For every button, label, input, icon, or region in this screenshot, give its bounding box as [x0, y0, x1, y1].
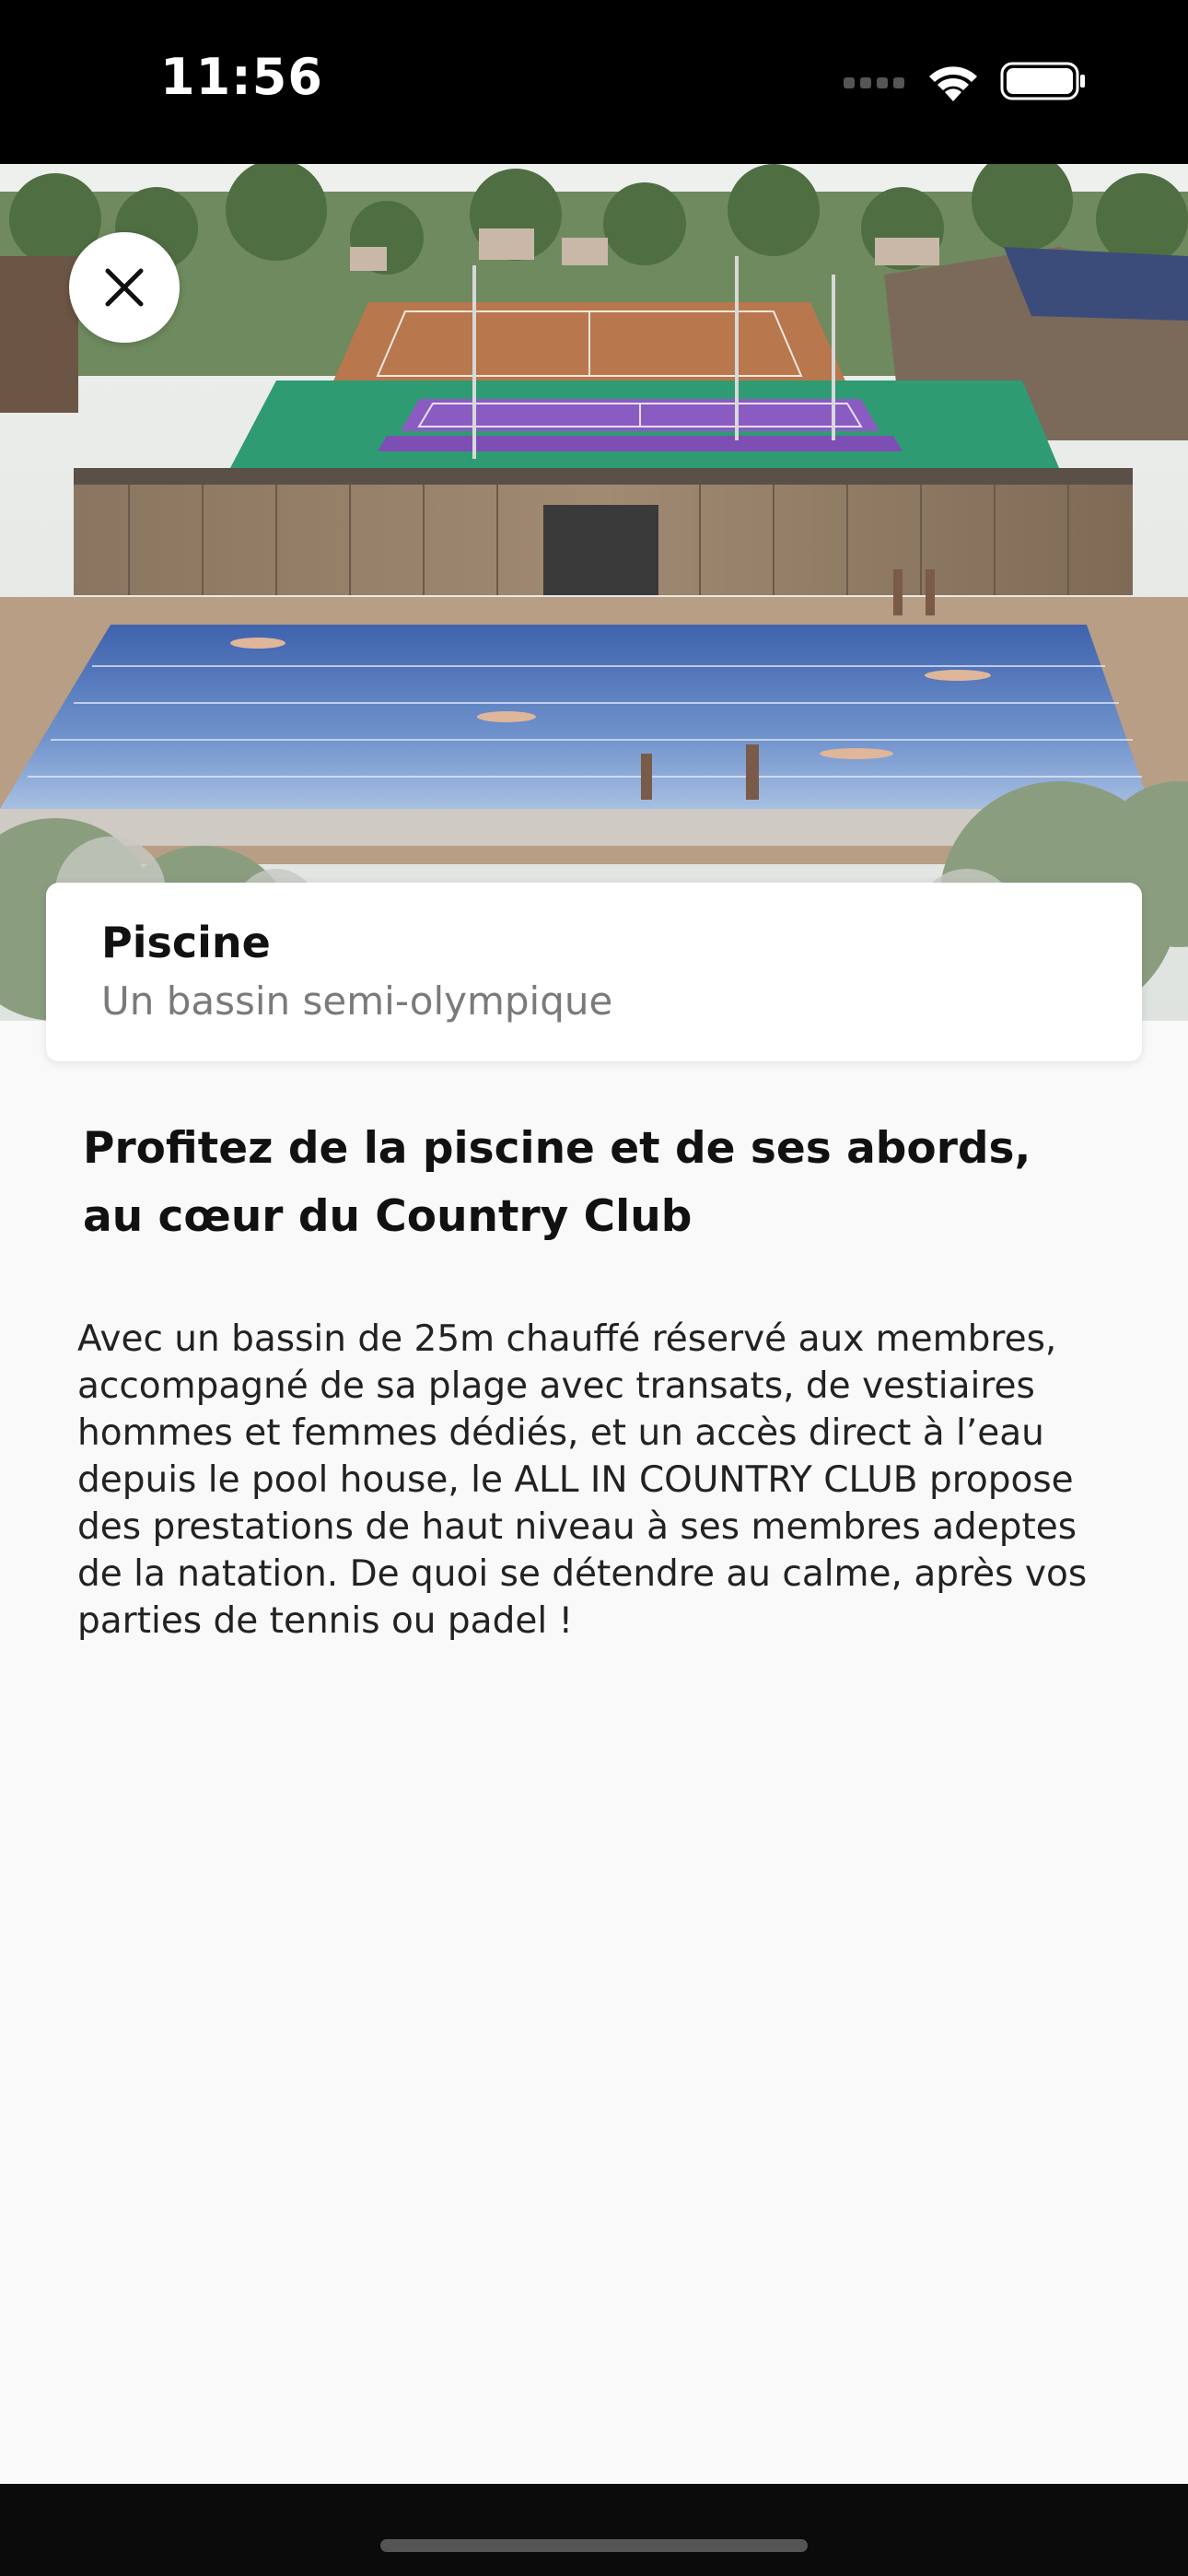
content-body: Avec un bassin de 25m chauffé réservé au… [77, 1318, 1088, 1642]
battery-icon [1000, 62, 1085, 100]
close-button[interactable] [69, 232, 180, 343]
home-indicator[interactable] [380, 2539, 808, 2552]
content-headline: Profitez de la piscine et de ses abords,… [83, 1123, 1031, 1242]
card-title: Piscine [101, 918, 271, 967]
detail-page: Piscine Un bassin semi-olympique Profite… [0, 164, 1188, 2484]
status-bar: 11:56 [0, 0, 1188, 164]
close-icon [105, 268, 144, 307]
card-subtitle: Un bassin semi-olympique [101, 978, 613, 1024]
home-bar-area [0, 2484, 1188, 2576]
status-time: 11:56 [160, 48, 323, 106]
title-card: Piscine Un bassin semi-olympique [46, 883, 1142, 1061]
cellular-signal-icon [844, 77, 904, 88]
wifi-icon [929, 66, 977, 101]
status-icons [844, 57, 1087, 105]
